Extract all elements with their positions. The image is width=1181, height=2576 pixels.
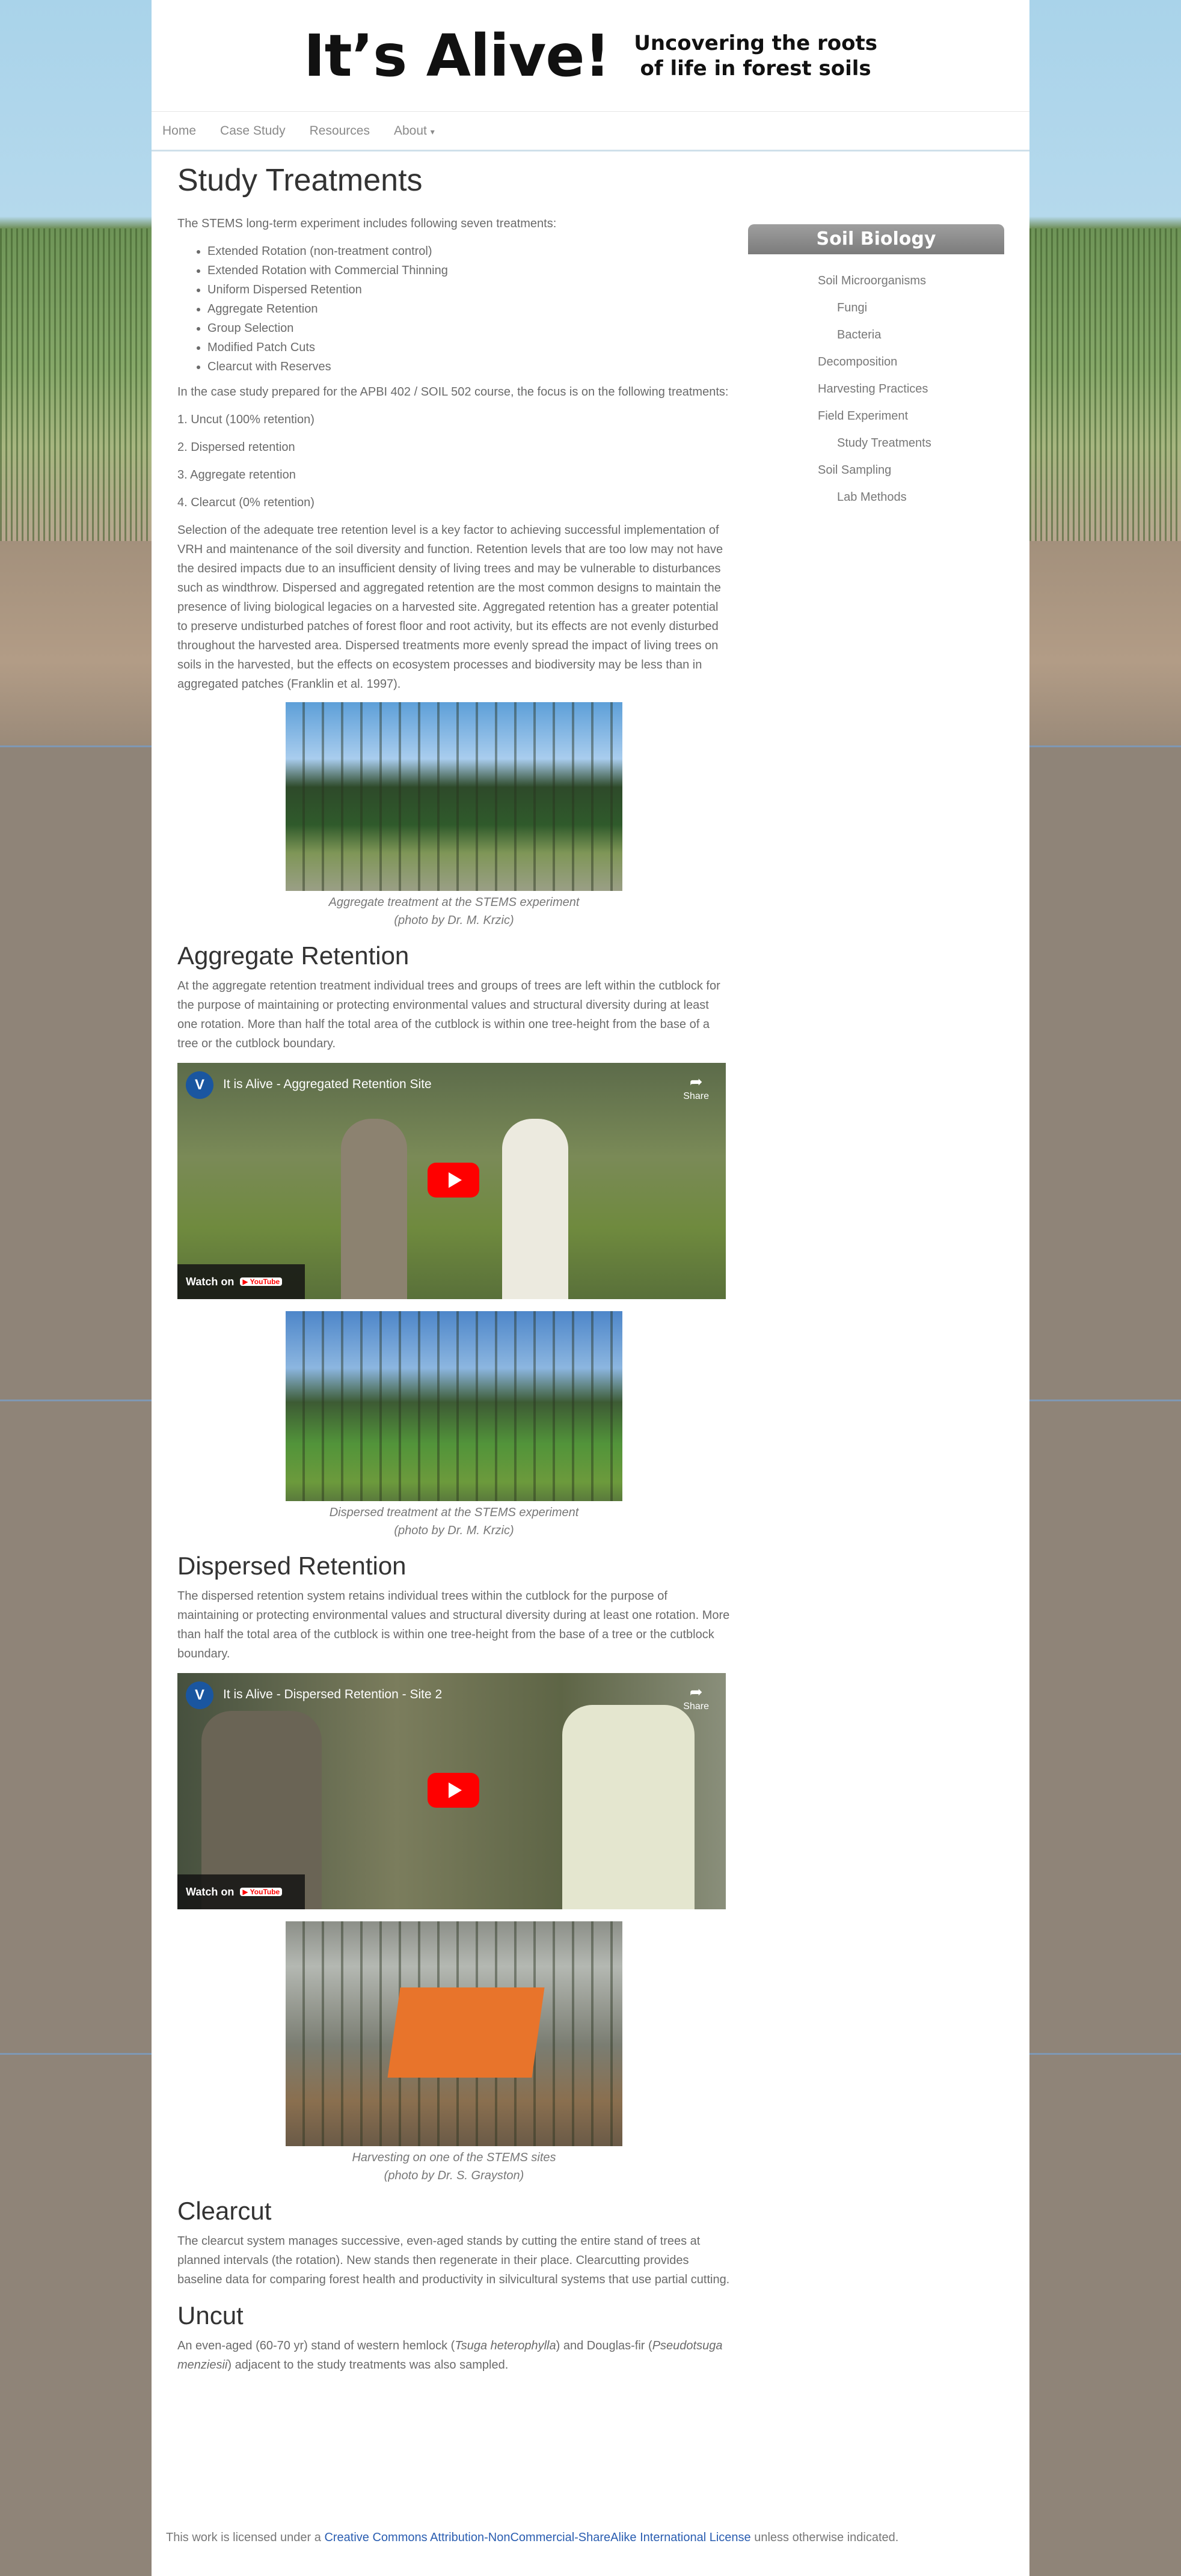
uncut-text-part: ) and Douglas-fir ( bbox=[556, 2339, 652, 2352]
section-heading-aggregate: Aggregate Retention bbox=[177, 941, 410, 970]
uncut-text-part: An even-aged (60-70 yr) stand of western… bbox=[177, 2339, 455, 2352]
clearcut-text: The clearcut system manages successive, … bbox=[177, 2235, 730, 2286]
list-item: Group Selection bbox=[207, 319, 731, 338]
aggregate-text: At the aggregate retention treatment ind… bbox=[177, 979, 720, 1050]
sidebar-item-field-experiment[interactable]: Field Experiment bbox=[818, 403, 1004, 430]
page-container: It’s Alive! Uncovering the roots of life… bbox=[152, 0, 1029, 2576]
sidebar-item-soil-sampling[interactable]: Soil Sampling bbox=[818, 457, 1004, 484]
figure-dispersed: Dispersed treatment at the STEMS experim… bbox=[286, 1311, 622, 1540]
watch-on-youtube-button[interactable]: Watch on ▶ YouTube bbox=[177, 1264, 305, 1299]
uncut-text: An even-aged (60-70 yr) stand of western… bbox=[177, 2336, 731, 2375]
share-button[interactable]: ➦ Share bbox=[683, 1683, 709, 1712]
nav-resources[interactable]: Resources bbox=[310, 124, 370, 138]
tagline-line-2: of life in forest soils bbox=[640, 56, 871, 81]
sidebar-item-harvesting-practices[interactable]: Harvesting Practices bbox=[818, 376, 1004, 403]
left-forest-decoration bbox=[0, 228, 152, 541]
dispersed-treatment-photo bbox=[286, 1311, 622, 1501]
channel-avatar-icon[interactable]: V bbox=[186, 1681, 213, 1709]
sidebar-item-decomposition[interactable]: Decomposition bbox=[818, 349, 1004, 376]
species-name: Tsuga heterophylla bbox=[455, 2339, 556, 2352]
uncut-text-part: ) adjacent to the study treatments was a… bbox=[227, 2358, 509, 2372]
caret-down-icon: ▾ bbox=[430, 126, 435, 136]
caption-line: Harvesting on one of the STEMS sites bbox=[352, 2151, 556, 2164]
harvesting-photo bbox=[286, 1921, 622, 2146]
focus-item: 3. Aggregate retention bbox=[177, 468, 296, 482]
figure-caption: Dispersed treatment at the STEMS experim… bbox=[286, 1504, 622, 1540]
list-item: Uniform Dispersed Retention bbox=[207, 280, 731, 299]
figure-caption: Aggregate treatment at the STEMS experim… bbox=[286, 893, 622, 929]
dispersed-text: The dispersed retention system retains i… bbox=[177, 1589, 730, 1660]
section-heading-uncut: Uncut bbox=[177, 2301, 244, 2330]
focus-item: 2. Dispersed retention bbox=[177, 441, 295, 454]
share-label: Share bbox=[683, 1701, 709, 1712]
nav-about[interactable]: About ▾ bbox=[394, 124, 435, 138]
list-item: Modified Patch Cuts bbox=[207, 338, 731, 357]
nav-case-study[interactable]: Case Study bbox=[220, 124, 286, 138]
youtube-logo-icon: ▶ YouTube bbox=[240, 1888, 283, 1896]
channel-avatar-icon[interactable]: V bbox=[186, 1071, 213, 1099]
caption-line: Aggregate treatment at the STEMS experim… bbox=[328, 896, 580, 909]
share-label: Share bbox=[683, 1091, 709, 1101]
license-footer: This work is licensed under a Creative C… bbox=[166, 2531, 898, 2545]
video-person bbox=[562, 1705, 695, 1909]
watch-on-label: Watch on bbox=[186, 1275, 235, 1288]
share-button[interactable]: ➦ Share bbox=[683, 1072, 709, 1102]
license-link[interactable]: Creative Commons Attribution-NonCommerci… bbox=[324, 2531, 750, 2544]
sidebar-item-bacteria[interactable]: Bacteria bbox=[818, 322, 1004, 349]
harvester-machine bbox=[387, 1987, 545, 2078]
video-embed-dispersed[interactable]: V It is Alive - Dispersed Retention - Si… bbox=[177, 1673, 726, 1909]
intro-text: The STEMS long-term experiment includes … bbox=[177, 217, 557, 230]
video-person bbox=[341, 1119, 407, 1299]
youtube-logo-icon: ▶ YouTube bbox=[240, 1277, 283, 1286]
treatment-list: Extended Rotation (non-treatment control… bbox=[177, 242, 731, 376]
share-icon: ➦ bbox=[689, 1683, 703, 1701]
main-navbar: Home Case Study Resources About ▾ bbox=[152, 112, 1029, 151]
sidebar-menu: Soil Microorganisms Fungi Bacteria Decom… bbox=[748, 254, 1004, 511]
nav-home[interactable]: Home bbox=[162, 124, 196, 138]
video-title[interactable]: It is Alive - Dispersed Retention - Site… bbox=[223, 1687, 442, 1702]
tagline-line-1: Uncovering the roots bbox=[634, 31, 877, 55]
caption-credit: (photo by Dr. M. Krzic) bbox=[394, 1524, 514, 1537]
site-tagline: Uncovering the roots of life in forest s… bbox=[634, 31, 877, 81]
sidebar-item-lab-methods[interactable]: Lab Methods bbox=[818, 484, 1004, 511]
watch-on-youtube-button[interactable]: Watch on ▶ YouTube bbox=[177, 1874, 305, 1909]
sidebar-item-fungi[interactable]: Fungi bbox=[818, 295, 1004, 322]
list-item: Extended Rotation (non-treatment control… bbox=[207, 242, 731, 261]
list-item: Aggregate Retention bbox=[207, 299, 731, 319]
list-item: Extended Rotation with Commercial Thinni… bbox=[207, 261, 731, 280]
sidebar-item-soil-microorganisms[interactable]: Soil Microorganisms bbox=[818, 268, 1004, 295]
right-forest-decoration bbox=[1029, 228, 1181, 541]
sidebar-title: Soil Biology bbox=[748, 224, 1004, 254]
focus-text: In the case study prepared for the APBI … bbox=[177, 385, 729, 399]
section-heading-dispersed: Dispersed Retention bbox=[177, 1552, 406, 1580]
watch-on-label: Watch on bbox=[186, 1885, 235, 1898]
footer-prefix: This work is licensed under a bbox=[166, 2531, 325, 2544]
caption-credit: (photo by Dr. S. Grayston) bbox=[384, 2169, 524, 2182]
list-item: Clearcut with Reserves bbox=[207, 357, 731, 376]
play-button[interactable] bbox=[428, 1163, 479, 1198]
video-person bbox=[502, 1119, 568, 1299]
share-icon: ➦ bbox=[689, 1072, 703, 1091]
figure-caption: Harvesting on one of the STEMS sites (ph… bbox=[286, 2149, 622, 2185]
nav-about-label: About bbox=[393, 123, 427, 138]
focus-item: 4. Clearcut (0% retention) bbox=[177, 496, 314, 509]
caption-credit: (photo by Dr. M. Krzic) bbox=[394, 914, 514, 927]
video-embed-aggregate[interactable]: V It is Alive - Aggregated Retention Sit… bbox=[177, 1063, 726, 1299]
figure-harvesting: Harvesting on one of the STEMS sites (ph… bbox=[286, 1921, 622, 2185]
selection-paragraph: Selection of the adequate tree retention… bbox=[177, 524, 723, 691]
site-header: It’s Alive! Uncovering the roots of life… bbox=[152, 0, 1029, 112]
aggregate-treatment-photo bbox=[286, 702, 622, 891]
main-content: Study Treatments The STEMS long-term exp… bbox=[177, 162, 731, 2383]
page-title: Study Treatments bbox=[177, 163, 423, 198]
caption-line: Dispersed treatment at the STEMS experim… bbox=[329, 1506, 579, 1519]
section-heading-clearcut: Clearcut bbox=[177, 2197, 272, 2225]
figure-aggregate: Aggregate treatment at the STEMS experim… bbox=[286, 702, 622, 929]
video-title[interactable]: It is Alive - Aggregated Retention Site bbox=[223, 1077, 432, 1092]
play-button[interactable] bbox=[428, 1773, 479, 1808]
sidebar: Soil Biology Soil Microorganisms Fungi B… bbox=[748, 224, 1004, 511]
focus-item: 1. Uncut (100% retention) bbox=[177, 413, 314, 426]
footer-suffix: unless otherwise indicated. bbox=[750, 2531, 899, 2544]
site-logo[interactable]: It’s Alive! bbox=[304, 22, 610, 90]
sidebar-item-study-treatments[interactable]: Study Treatments bbox=[818, 430, 1004, 457]
